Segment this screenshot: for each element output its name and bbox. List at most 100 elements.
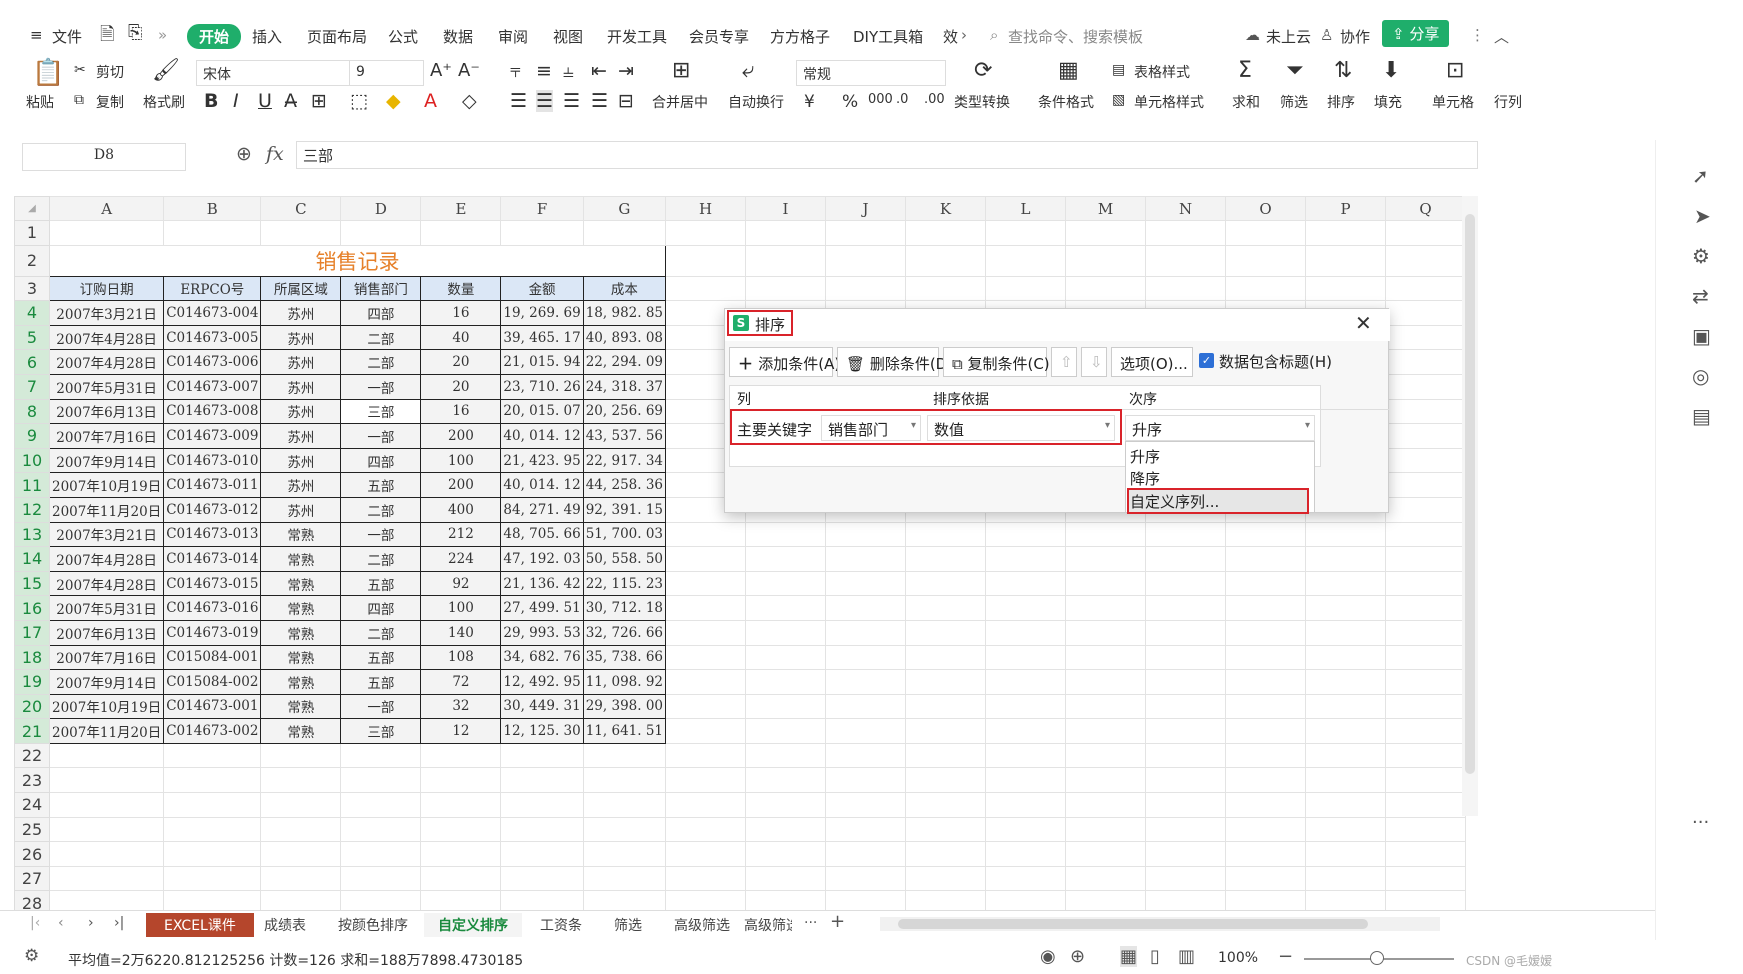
cell[interactable]: [1225, 644, 1307, 671]
cell[interactable]: [1385, 841, 1467, 867]
column-header[interactable]: E: [420, 196, 502, 221]
cell[interactable]: 金额: [500, 275, 584, 302]
active-cell[interactable]: 三部: [340, 398, 422, 425]
cell[interactable]: 一部: [340, 521, 422, 548]
cell[interactable]: [260, 816, 342, 843]
cell[interactable]: 39, 465. 17: [500, 324, 584, 351]
cell[interactable]: 30, 449. 31: [500, 693, 584, 720]
cell[interactable]: 72: [420, 669, 502, 695]
cell[interactable]: [665, 220, 747, 246]
cell[interactable]: [905, 619, 987, 646]
cell[interactable]: [1065, 619, 1147, 646]
font-size-select[interactable]: 9: [349, 60, 424, 86]
currency-button[interactable]: ¥: [804, 92, 815, 112]
cell[interactable]: [745, 570, 827, 597]
cell[interactable]: [745, 816, 827, 843]
cell[interactable]: 34, 682. 76: [500, 644, 584, 671]
cell[interactable]: 苏州: [260, 300, 342, 326]
cell[interactable]: [260, 841, 342, 867]
tab-ffgz[interactable]: 方方格子: [770, 26, 830, 47]
cell[interactable]: 43, 537. 56: [582, 423, 667, 449]
book-icon[interactable]: ▤: [1692, 404, 1711, 428]
cell[interactable]: [745, 521, 827, 548]
cell[interactable]: [1145, 275, 1227, 302]
cell[interactable]: [1305, 275, 1387, 302]
cell[interactable]: 22, 115. 23: [582, 570, 667, 597]
cell[interactable]: 12: [420, 718, 502, 744]
cell[interactable]: [48, 220, 165, 246]
cell-style-button[interactable]: 单元格样式: [1134, 92, 1204, 112]
cell[interactable]: 140: [420, 619, 502, 646]
cell[interactable]: C014673-001: [163, 693, 262, 720]
font-decrease-icon[interactable]: A⁻: [458, 60, 480, 81]
cell[interactable]: 数量: [420, 275, 502, 302]
cell[interactable]: 苏州: [260, 447, 342, 474]
cell[interactable]: [825, 792, 907, 818]
fill-icon[interactable]: ⬇: [1382, 60, 1400, 82]
cell[interactable]: [1385, 767, 1467, 794]
cell[interactable]: 常熟: [260, 669, 342, 695]
cell[interactable]: [340, 220, 422, 246]
cell[interactable]: [1385, 324, 1467, 351]
cell[interactable]: [1225, 570, 1307, 597]
cell[interactable]: 2007年4月28日: [48, 546, 165, 572]
hscroll-thumb[interactable]: [898, 919, 1368, 929]
cell[interactable]: [1065, 841, 1147, 867]
add-sheet-icon[interactable]: +: [830, 911, 845, 932]
cell[interactable]: 92: [420, 570, 502, 597]
cell[interactable]: 二部: [340, 324, 422, 351]
column-header[interactable]: J: [825, 196, 907, 221]
align-center-icon[interactable]: ☰: [536, 90, 554, 112]
cell[interactable]: [665, 570, 747, 597]
cell[interactable]: 成本: [582, 275, 667, 302]
cell[interactable]: [825, 742, 907, 769]
cell[interactable]: [1225, 693, 1307, 720]
cell[interactable]: 五部: [340, 669, 422, 695]
cell[interactable]: 2007年3月21日: [48, 300, 165, 326]
cell[interactable]: [665, 669, 747, 695]
sum-icon[interactable]: Σ: [1238, 60, 1252, 82]
scrollbar-thumb[interactable]: [1465, 214, 1475, 774]
cell[interactable]: C014673-004: [163, 300, 262, 326]
cell[interactable]: 48, 705. 66: [500, 521, 584, 548]
collapse-icon[interactable]: ︿: [1494, 26, 1509, 47]
sheet-tab[interactable]: 筛选: [614, 915, 642, 935]
cell[interactable]: [1225, 865, 1307, 892]
cell[interactable]: 常熟: [260, 644, 342, 671]
cell[interactable]: 29, 993. 53: [500, 619, 584, 646]
cell[interactable]: [260, 742, 342, 769]
chevron-right-icon[interactable]: ›: [961, 26, 967, 44]
cell[interactable]: [420, 792, 502, 818]
cell[interactable]: [48, 816, 165, 843]
cell[interactable]: [665, 816, 747, 843]
lang-icon[interactable]: ⊕: [1070, 946, 1085, 967]
cell[interactable]: 常熟: [260, 718, 342, 744]
row-header[interactable]: 27: [14, 865, 50, 892]
cell[interactable]: [1065, 742, 1147, 769]
cell[interactable]: [1385, 220, 1467, 246]
more-dots-icon[interactable]: ···: [1692, 812, 1709, 833]
cell[interactable]: [1145, 595, 1227, 621]
cell[interactable]: [1225, 521, 1307, 548]
cell[interactable]: [1305, 546, 1387, 572]
cell[interactable]: [1225, 816, 1307, 843]
row-header[interactable]: 16: [14, 595, 50, 621]
cell[interactable]: 四部: [340, 595, 422, 621]
row-header[interactable]: 6: [14, 349, 50, 375]
normal-view-icon[interactable]: ▦: [1120, 946, 1138, 967]
cell[interactable]: 2007年10月19日: [48, 472, 165, 498]
cell[interactable]: 32, 726. 66: [582, 619, 667, 646]
cell[interactable]: 100: [420, 447, 502, 474]
cell[interactable]: [745, 644, 827, 671]
row-header[interactable]: 3: [14, 275, 50, 302]
tab-diy[interactable]: DIY工具箱: [853, 26, 923, 47]
cell[interactable]: [905, 595, 987, 621]
cell[interactable]: [905, 669, 987, 695]
cell[interactable]: [985, 244, 1067, 277]
cell[interactable]: [745, 244, 827, 277]
cell[interactable]: 47, 192. 03: [500, 546, 584, 572]
pointer-icon[interactable]: ➤: [1694, 204, 1711, 228]
tab-view[interactable]: 视图: [553, 26, 583, 47]
cell[interactable]: [1305, 693, 1387, 720]
cell[interactable]: [500, 767, 584, 794]
